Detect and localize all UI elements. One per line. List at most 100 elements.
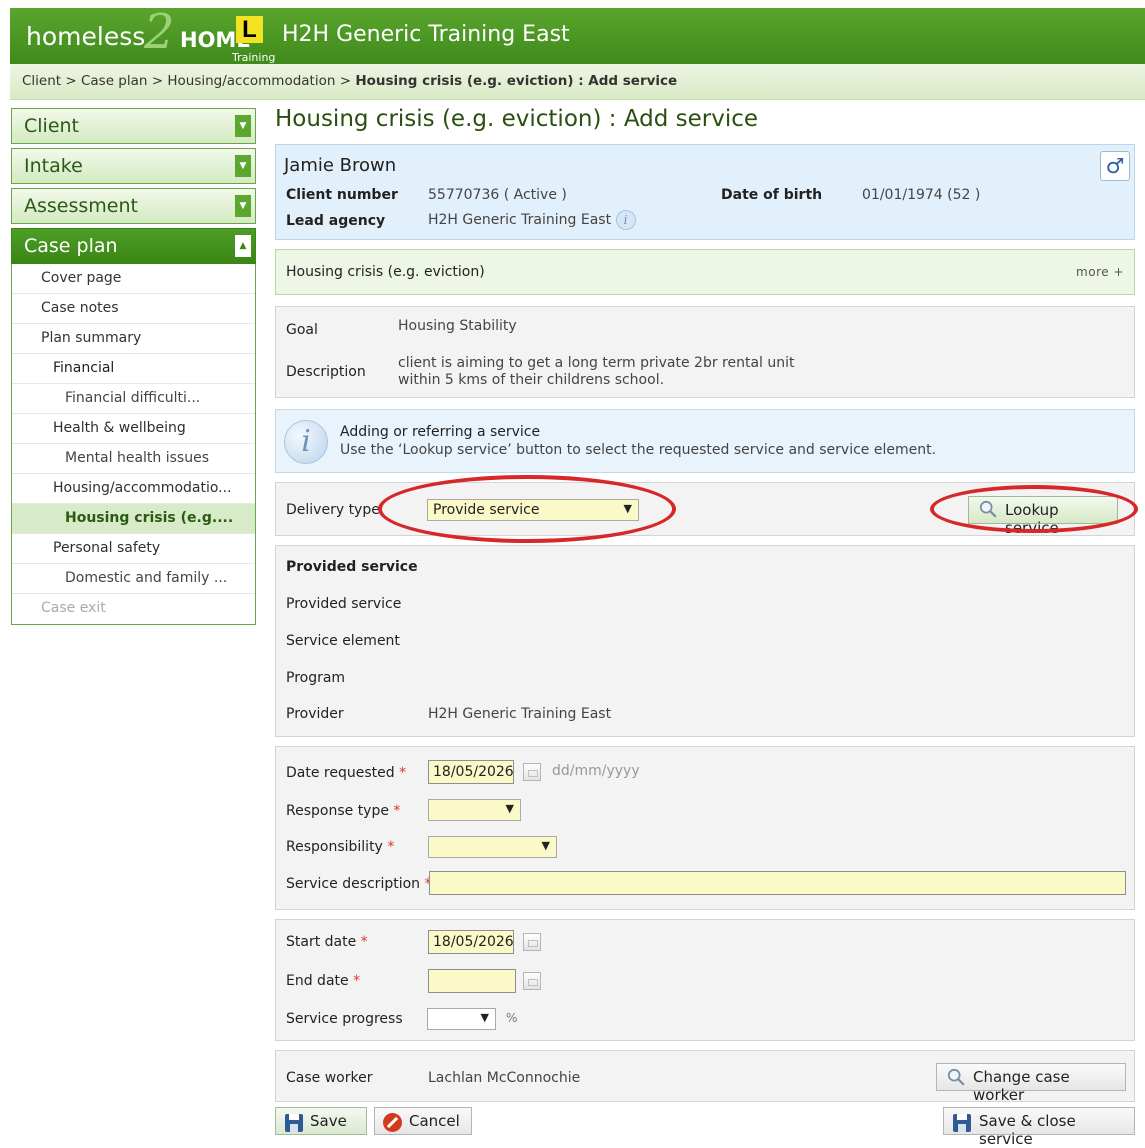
dob-label: Date of birth xyxy=(721,187,823,203)
cancel-button[interactable]: Cancel xyxy=(374,1107,472,1135)
lead-agency-label: Lead agency xyxy=(286,213,386,229)
sidebar-item-financial-difficulties[interactable]: Financial difficulti... xyxy=(12,384,255,414)
end-date-text: End date xyxy=(286,973,349,989)
save-button[interactable]: Save xyxy=(275,1107,367,1135)
sidebar: Client ▼ Intake ▼ Assessment ▼ Case plan… xyxy=(11,108,256,625)
start-date-label: Start date * xyxy=(286,934,368,950)
lookup-service-button[interactable]: Lookup service xyxy=(968,496,1118,537)
sidebar-section-label: Client xyxy=(24,115,80,137)
description-value: client is aiming to get a long term priv… xyxy=(398,355,795,389)
case-worker-name: Lachlan McConnochie xyxy=(428,1070,581,1086)
logo-two-mark: 2 xyxy=(144,4,175,60)
learner-plate-icon: L xyxy=(236,16,263,43)
breadcrumb: Client > Case plan > Housing/accommodati… xyxy=(10,64,1145,100)
change-case-worker-label: Change case worker xyxy=(973,1068,1070,1104)
responsibility-label: Responsibility * xyxy=(286,839,394,855)
response-type-label: Response type * xyxy=(286,803,400,819)
sidebar-item-plan-summary[interactable]: Plan summary xyxy=(12,324,255,354)
client-summary-panel: Jamie Brown Client number 55770736 ( Act… xyxy=(275,144,1135,240)
calendar-icon[interactable] xyxy=(523,933,541,951)
required-marker: * xyxy=(393,803,401,819)
required-marker: * xyxy=(360,934,368,950)
cancel-label: Cancel xyxy=(409,1112,460,1130)
date-requested-input[interactable]: 18/05/2026 xyxy=(428,760,514,784)
response-type-select[interactable]: ▼ xyxy=(428,799,521,821)
service-description-input[interactable] xyxy=(429,871,1126,895)
sidebar-section-label: Intake xyxy=(24,155,83,177)
change-case-worker-button[interactable]: Change case worker xyxy=(936,1063,1126,1104)
save-and-close-button[interactable]: Save & close service xyxy=(943,1107,1135,1148)
training-label: Training xyxy=(232,51,276,64)
more-link[interactable]: more + xyxy=(1076,265,1124,279)
search-icon xyxy=(979,500,997,518)
date-requested-text: Date requested xyxy=(286,765,395,781)
provided-service-label: Provided service xyxy=(286,596,402,612)
lead-agency-value: H2H Generic Training East i xyxy=(428,210,636,230)
sidebar-item-financial[interactable]: Financial xyxy=(12,354,255,384)
service-dates-panel: Start date * 18/05/2026 End date * Servi… xyxy=(275,919,1135,1041)
delivery-type-select[interactable]: Provide service ▼ xyxy=(427,499,639,521)
start-date-input[interactable]: 18/05/2026 xyxy=(428,930,514,954)
required-marker: * xyxy=(353,973,361,989)
delivery-type-label: Delivery type xyxy=(286,502,380,518)
plan-item-title: Housing crisis (e.g. eviction) xyxy=(286,264,485,280)
service-progress-select[interactable]: ▼ xyxy=(427,1008,496,1030)
dob-value: 01/01/1974 (52 ) xyxy=(862,187,981,203)
male-gender-icon: ♂ xyxy=(1100,151,1130,181)
info-text: Use the ‘Lookup service’ button to selec… xyxy=(340,442,937,458)
sidebar-item-case-notes[interactable]: Case notes xyxy=(12,294,255,324)
chevron-up-icon[interactable]: ▲ xyxy=(235,235,251,257)
service-progress-label: Service progress xyxy=(286,1011,403,1027)
sidebar-section-label: Case plan xyxy=(24,235,118,257)
required-marker: * xyxy=(387,839,395,855)
save-label: Save xyxy=(310,1112,347,1130)
client-name: Jamie Brown xyxy=(284,155,397,176)
service-element-label: Service element xyxy=(286,633,400,649)
responsibility-text: Responsibility xyxy=(286,839,383,855)
chevron-down-icon[interactable]: ▼ xyxy=(235,195,251,217)
calendar-icon[interactable] xyxy=(523,972,541,990)
save-icon xyxy=(285,1114,303,1132)
client-number-value: 55770736 ( Active ) xyxy=(428,187,567,203)
start-date-text: Start date xyxy=(286,934,357,950)
sidebar-item-health-wellbeing[interactable]: Health & wellbeing xyxy=(12,414,255,444)
delivery-type-value: Provide service xyxy=(433,502,540,518)
organisation-title: H2H Generic Training East xyxy=(282,22,570,47)
end-date-input[interactable] xyxy=(428,969,516,993)
sidebar-item-housing-crisis[interactable]: Housing crisis (e.g.... xyxy=(12,504,255,534)
delivery-type-panel: Delivery type Provide service ▼ Lookup s… xyxy=(275,482,1135,537)
goal-label: Goal xyxy=(286,322,318,338)
chevron-down-icon: ▼ xyxy=(623,502,632,515)
chevron-down-icon[interactable]: ▼ xyxy=(235,115,251,137)
goal-panel: Goal Housing Stability Description clien… xyxy=(275,306,1135,398)
sidebar-item-domestic-family[interactable]: Domestic and family ... xyxy=(12,564,255,594)
goal-value: Housing Stability xyxy=(398,318,517,334)
breadcrumb-path[interactable]: Client > Case plan > Housing/accommodati… xyxy=(22,73,355,89)
sidebar-item-personal-safety[interactable]: Personal safety xyxy=(12,534,255,564)
lead-agency-name: H2H Generic Training East xyxy=(428,212,612,228)
cancel-icon xyxy=(383,1113,402,1132)
sidebar-item-mental-health[interactable]: Mental health issues xyxy=(12,444,255,474)
plan-item-header: Housing crisis (e.g. eviction) more + xyxy=(275,249,1135,295)
responsibility-select[interactable]: ▼ xyxy=(428,836,557,858)
chevron-down-icon[interactable]: ▼ xyxy=(235,155,251,177)
sidebar-item-case-exit: Case exit xyxy=(41,600,106,616)
provider-value: H2H Generic Training East xyxy=(428,706,612,722)
sidebar-section-intake[interactable]: Intake ▼ xyxy=(11,148,256,184)
calendar-icon[interactable] xyxy=(523,763,541,781)
sidebar-section-assessment[interactable]: Assessment ▼ xyxy=(11,188,256,224)
description-line: within 5 kms of their childrens school. xyxy=(398,372,665,388)
info-icon[interactable]: i xyxy=(615,210,636,230)
date-format-hint: dd/mm/yyyy xyxy=(552,763,640,779)
save-icon xyxy=(953,1114,971,1132)
service-description-text: Service description xyxy=(286,876,421,892)
save-and-close-label: Save & close service xyxy=(979,1112,1076,1148)
sidebar-item-housing[interactable]: Housing/accommodatio... xyxy=(12,474,255,504)
sidebar-section-case-plan[interactable]: Case plan ▲ xyxy=(11,228,256,264)
chevron-down-icon: ▼ xyxy=(480,1011,489,1024)
provider-label: Provider xyxy=(286,706,344,722)
sidebar-item-cover-page[interactable]: Cover page xyxy=(12,264,255,294)
sidebar-section-client[interactable]: Client ▼ xyxy=(11,108,256,144)
chevron-down-icon: ▼ xyxy=(505,802,514,815)
description-line: client is aiming to get a long term priv… xyxy=(398,355,795,371)
